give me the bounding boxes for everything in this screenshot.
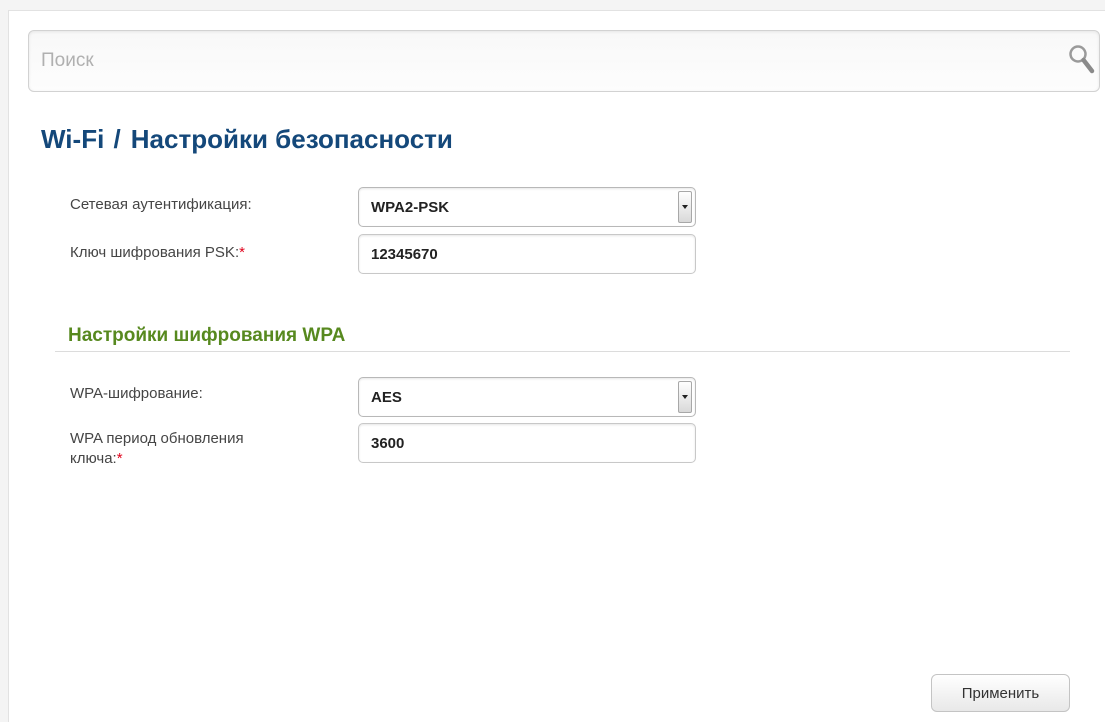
search-icon[interactable] (1066, 42, 1098, 78)
wpa-encryption-label-text: WPA-шифрование: (70, 385, 203, 402)
breadcrumb-page: Настройки безопасности (130, 124, 453, 154)
required-marker: * (239, 244, 245, 261)
psk-label-text: Ключ шифрования PSK: (70, 244, 240, 261)
auth-select[interactable]: WPA2-PSK (358, 187, 696, 227)
content-panel (8, 10, 1105, 722)
required-marker: * (116, 450, 123, 467)
psk-input[interactable] (358, 234, 696, 274)
apply-button[interactable]: Применить (931, 674, 1070, 712)
search-input[interactable] (41, 45, 1021, 77)
page-title: Wi-Fi / Настройки безопасности (41, 124, 453, 155)
wpa-rekey-label-line1: WPA период обновления (70, 430, 244, 447)
breadcrumb-section: Wi-Fi (41, 124, 105, 154)
wpa-encryption-select-value: AES (371, 389, 402, 406)
section-title-wpa: Настройки шифрования WPA (68, 325, 346, 346)
wpa-encryption-select[interactable]: AES (358, 377, 696, 417)
chevron-down-icon[interactable] (678, 381, 692, 413)
search-bar (28, 30, 1100, 92)
auth-label-text: Сетевая аутентификация: (70, 196, 252, 213)
breadcrumb-separator: / (113, 124, 121, 154)
wpa-rekey-label: WPA период обновления ключа:* (70, 429, 244, 469)
wpa-rekey-label-line2: ключа: (70, 450, 117, 467)
auth-select-value: WPA2-PSK (371, 199, 450, 216)
wpa-rekey-input[interactable] (358, 423, 696, 463)
psk-label: Ключ шифрования PSK:* (70, 243, 245, 263)
section-divider (55, 351, 1070, 352)
chevron-down-icon[interactable] (678, 191, 692, 223)
wpa-encryption-label: WPA-шифрование: (70, 384, 203, 404)
auth-label: Сетевая аутентификация: (70, 195, 252, 215)
